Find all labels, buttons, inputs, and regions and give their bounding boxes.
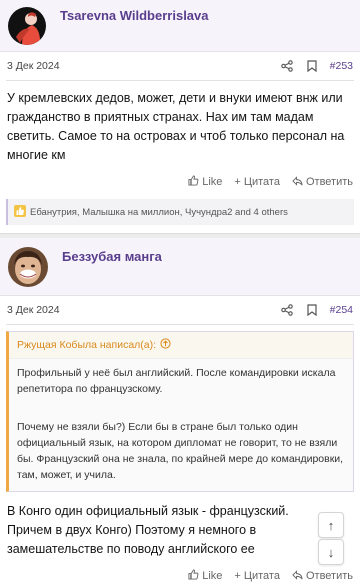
plus-icon: + — [234, 176, 241, 188]
post-body: У кремлевских дедов, может, дети и внуки… — [7, 91, 345, 162]
post-number[interactable]: #253 — [330, 60, 353, 72]
reply-button[interactable]: Ответить — [292, 175, 353, 189]
reactions-text: Ебанутрия, Малышка на миллион, Чучундра2… — [30, 206, 288, 218]
post-meta: 3 Дек 2024 #253 — [0, 52, 360, 80]
post-date[interactable]: 3 Дек 2024 — [7, 304, 281, 316]
like-reaction-icon — [14, 204, 26, 220]
arrow-down-icon: ↓ — [327, 544, 335, 560]
quote-paragraph: Почему не взяли бы?) Если бы в стране бы… — [17, 421, 344, 481]
quote-button[interactable]: + Цитата — [234, 176, 280, 188]
like-label: Like — [202, 176, 223, 188]
arrow-up-circle-icon[interactable] — [160, 338, 171, 352]
reactions-bar[interactable]: Ебанутрия, Малышка на миллион, Чучундра2… — [6, 199, 354, 225]
divider — [6, 324, 354, 325]
reply-icon — [292, 569, 303, 583]
post-body: В Конго один официальный язык - французс… — [7, 504, 289, 556]
reply-label: Ответить — [305, 176, 353, 188]
post-254: Беззубая манга 3 Дек 2024 #254 Ржущая Ко… — [0, 238, 360, 583]
quote-body: Профильный у неё был английский. После к… — [9, 359, 353, 491]
post-number[interactable]: #254 — [330, 304, 353, 316]
reply-icon — [292, 175, 303, 189]
bookmark-icon[interactable] — [307, 59, 319, 73]
post-actions: Like + Цитата Ответить — [0, 565, 360, 583]
post-author-header: Tsarevna Wildberrislava — [0, 0, 360, 52]
bookmark-icon[interactable] — [307, 303, 319, 317]
quote-paragraph: Профильный у неё был английский. После к… — [17, 367, 336, 395]
quote-block: Ржущая Кобыла написал(а): Профильный у н… — [6, 331, 354, 492]
username[interactable]: Tsarevna Wildberrislava — [60, 8, 209, 23]
reply-button[interactable]: Ответить — [292, 569, 353, 583]
post-meta: 3 Дек 2024 #254 — [0, 296, 360, 324]
like-button[interactable]: Like — [188, 175, 222, 189]
post-date[interactable]: 3 Дек 2024 — [7, 60, 281, 72]
reply-label: Ответить — [305, 570, 353, 582]
quote-label: Цитата — [243, 176, 280, 188]
post-author-header: Беззубая манга — [0, 238, 360, 296]
share-icon[interactable] — [280, 59, 295, 73]
thumbs-up-icon — [188, 175, 199, 189]
thumbs-up-icon — [188, 569, 199, 583]
quote-header[interactable]: Ржущая Кобыла написал(а): — [9, 332, 353, 359]
like-label: Like — [202, 570, 223, 582]
post-actions: Like + Цитата Ответить — [0, 171, 360, 193]
avatar[interactable] — [8, 6, 46, 45]
scroll-up-button[interactable]: ↑ — [318, 512, 344, 538]
quote-button[interactable]: + Цитата — [234, 570, 280, 582]
plus-icon: + — [234, 570, 241, 582]
username[interactable]: Беззубая манга — [62, 249, 162, 264]
scroll-down-button[interactable]: ↓ — [318, 539, 344, 565]
arrow-up-icon: ↑ — [327, 517, 335, 533]
share-icon[interactable] — [280, 303, 295, 317]
avatar[interactable] — [8, 246, 48, 287]
quote-author: Ржущая Кобыла написал(а): — [17, 339, 157, 351]
quote-label: Цитата — [243, 570, 280, 582]
like-button[interactable]: Like — [188, 569, 222, 583]
post-253: Tsarevna Wildberrislava 3 Дек 2024 #253 … — [0, 0, 360, 234]
